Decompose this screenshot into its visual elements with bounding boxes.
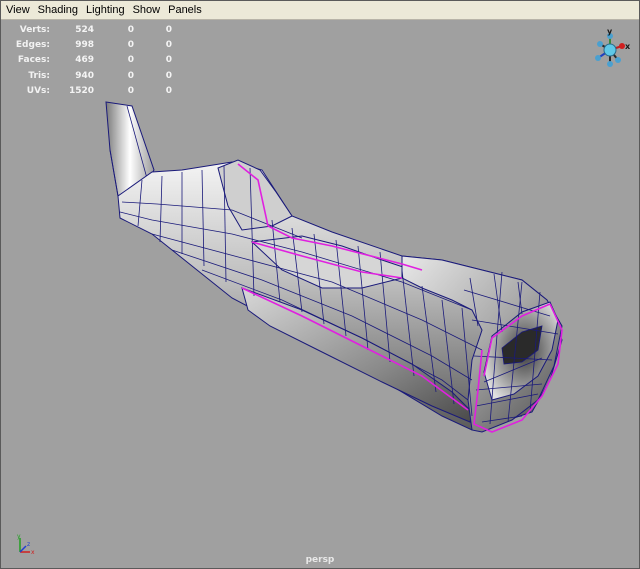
menu-show[interactable]: Show	[129, 1, 165, 19]
hud-value: 1520	[68, 86, 94, 97]
hud-row-tris: Tris: 940 0 0	[10, 68, 172, 83]
maya-viewport-window: View Shading Lighting Show Panels Verts:…	[0, 0, 640, 569]
hud-label: Faces:	[17, 55, 50, 66]
hud-value: 0	[127, 70, 134, 81]
hud-value: 0	[127, 40, 134, 51]
view-compass-icon[interactable]: y x	[588, 28, 632, 72]
hud-value: 0	[165, 55, 172, 66]
compass-y-label: y	[607, 28, 613, 36]
3d-viewport[interactable]: Verts: 524 0 0 Edges: 998 0 0 Faces: 469…	[2, 20, 638, 568]
hud-label: Tris:	[28, 70, 50, 81]
hud-value: 0	[127, 86, 134, 97]
hud-value: 0	[165, 86, 172, 97]
hud-row-verts: Verts: 524 0 0	[10, 22, 172, 37]
hud-value: 0	[127, 55, 134, 66]
hud-value: 940	[75, 70, 94, 81]
hud-label: UVs:	[26, 86, 50, 97]
hud-value: 0	[165, 24, 172, 35]
hud-row-faces: Faces: 469 0 0	[10, 53, 172, 68]
axis-z-label: z	[27, 541, 30, 548]
axis-y-label: y	[17, 533, 21, 540]
hud-row-uvs: UVs: 1520 0 0	[10, 84, 172, 99]
poly-count-hud: Verts: 524 0 0 Edges: 998 0 0 Faces: 469…	[10, 22, 172, 99]
hud-label: Edges:	[15, 40, 50, 51]
fuselage-mesh[interactable]	[2, 20, 638, 568]
camera-name-label: persp	[305, 555, 335, 565]
hud-row-edges: Edges: 998 0 0	[10, 37, 172, 52]
menu-panels[interactable]: Panels	[164, 1, 206, 19]
compass-x-label: x	[625, 42, 631, 51]
hud-value: 469	[75, 55, 94, 66]
hud-value: 0	[127, 24, 134, 35]
hud-label: Verts:	[19, 24, 50, 35]
hud-value: 0	[165, 40, 172, 51]
menu-lighting[interactable]: Lighting	[82, 1, 129, 19]
hud-value: 0	[165, 70, 172, 81]
menu-view[interactable]: View	[1, 1, 34, 19]
panel-menubar: View Shading Lighting Show Panels	[1, 1, 639, 20]
hud-value: 998	[75, 40, 94, 51]
menu-shading[interactable]: Shading	[34, 1, 82, 19]
hud-value: 524	[75, 24, 94, 35]
